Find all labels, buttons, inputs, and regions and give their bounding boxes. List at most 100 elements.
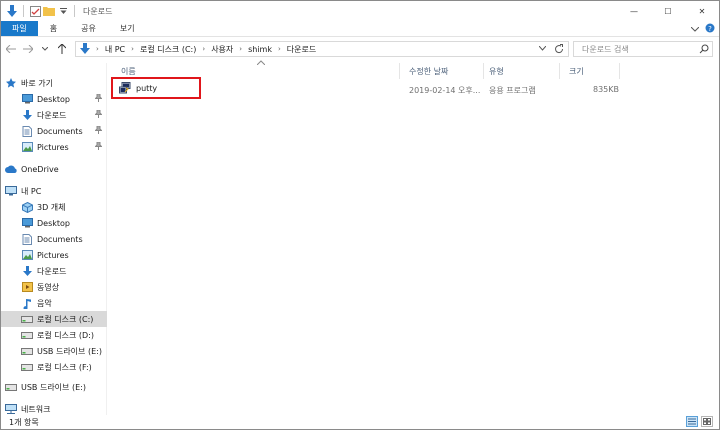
star-icon [5,77,17,89]
tab-file[interactable]: 파일 [1,21,38,36]
sidebar-item-label: 로컬 디스크 (C:) [37,314,94,324]
sidebar-item[interactable]: Pictures [1,139,107,155]
breadcrumb-shimk[interactable]: shimk [248,45,272,54]
breadcrumb-separator[interactable]: › [278,45,281,53]
close-button[interactable]: ✕ [685,1,719,21]
tab-home[interactable]: 홈 [38,21,69,36]
view-toggle [686,416,713,427]
refresh-icon[interactable] [554,44,564,56]
desktop-folder-icon [21,93,33,105]
computer-icon [5,185,17,197]
sidebar-item[interactable]: 로컬 디스크 (C:) [1,311,107,327]
download-arrow-icon [21,265,33,277]
ribbon-right-controls: ? [690,21,715,37]
sidebar-item-label: Pictures [37,250,69,260]
sidebar-item-label: 바로 가기 [21,78,53,88]
putty-app-icon [119,82,131,94]
drive-icon [5,381,17,393]
download-arrow-icon [80,42,90,56]
sidebar-item-label: Pictures [37,142,69,152]
sidebar-item[interactable]: USB 드라이브 (E:) [1,343,107,359]
sidebar-item[interactable]: USB 드라이브 (E:) [1,379,107,395]
cloud-icon [5,163,17,175]
ribbon-tabs: 파일 홈 공유 보기 ? [1,21,719,37]
sidebar-item[interactable]: 음악 [1,295,107,311]
maximize-button[interactable]: ☐ [651,1,685,21]
recent-locations-icon[interactable] [38,42,52,56]
pin-icon[interactable] [94,93,103,104]
sidebar-item[interactable]: 내 PC [1,183,107,199]
column-header-type[interactable]: 유형 [489,63,504,79]
sidebar-item[interactable]: Desktop [1,215,107,231]
sidebar-item[interactable]: 로컬 디스크 (D:) [1,327,107,343]
sidebar-item[interactable]: 로컬 디스크 (F:) [1,359,107,375]
column-divider[interactable] [483,63,484,79]
chevron-down-icon[interactable] [690,25,700,34]
sidebar-item[interactable]: 동영상 [1,279,107,295]
breadcrumb-local-disk-c[interactable]: 로컬 디스크 (C:) [140,44,196,55]
breadcrumb-separator[interactable]: › [202,45,205,53]
column-header-date-modified[interactable]: 수정한 날짜 [409,63,448,79]
sidebar-item-label: 로컬 디스크 (F:) [37,362,92,372]
breadcrumb-downloads[interactable]: 다운로드 [287,44,316,55]
column-divider[interactable] [559,63,560,79]
sidebar-item[interactable]: Pictures [1,247,107,263]
highlight-box[interactable]: putty [111,77,201,99]
3d-objects-icon [21,201,33,213]
forward-arrow-icon[interactable] [21,42,35,56]
back-arrow-icon[interactable] [4,42,18,56]
sidebar-item-label: 내 PC [21,186,42,196]
sidebar-item[interactable]: Documents [1,123,107,139]
desktop-folder-icon [21,217,33,229]
column-divider[interactable] [619,63,620,79]
sidebar-item-label: 로컬 디스크 (D:) [37,330,94,340]
properties-icon[interactable] [28,4,42,18]
address-bar[interactable]: › 내 PC › 로컬 디스크 (C:) › 사용자 › shimk › 다운로… [75,41,569,57]
search-icon[interactable] [699,44,715,56]
up-arrow-icon[interactable] [55,42,69,56]
pictures-folder-icon [21,249,33,261]
sidebar-item[interactable]: 바로 가기 [1,75,107,91]
status-bar: 1개 항목 [1,415,719,429]
minimize-button[interactable]: — [617,1,651,21]
pin-icon[interactable] [94,109,103,120]
details-view-icon[interactable] [686,416,698,427]
search-input[interactable]: 다운로드 검색 [573,41,713,57]
sidebar-item-label: 다운로드 [37,266,67,276]
drive-icon [21,313,33,325]
sidebar-item-label: 3D 개체 [37,202,66,212]
tab-view[interactable]: 보기 [108,21,147,36]
sidebar-item[interactable]: 다운로드 [1,263,107,279]
tab-share[interactable]: 공유 [69,21,108,36]
pin-icon[interactable] [94,125,103,136]
sort-ascending-icon [256,59,266,67]
download-arrow-icon [21,109,33,121]
sidebar-item-label: 네트워크 [21,404,51,414]
new-folder-icon[interactable] [42,4,56,18]
divider [74,5,75,17]
window-title: 다운로드 [83,6,113,16]
sidebar-item[interactable]: OneDrive [1,161,107,177]
window-controls: — ☐ ✕ [617,1,719,21]
sidebar-item[interactable]: 3D 개체 [1,199,107,215]
sidebar-item[interactable]: Desktop [1,91,107,107]
customize-toolbar-icon[interactable] [56,4,70,18]
breadcrumb-this-pc[interactable]: 내 PC [105,44,125,55]
help-icon[interactable]: ? [705,23,715,35]
large-icons-view-icon[interactable] [701,416,713,427]
pictures-folder-icon [21,141,33,153]
sidebar-item-label: OneDrive [21,164,59,174]
column-divider[interactable] [399,63,400,79]
file-explorer-window: 다운로드 — ☐ ✕ 파일 홈 공유 보기 ? › 내 PC › 로컬 디스크 … [0,0,720,430]
column-header-size[interactable]: 크기 [569,63,584,79]
breadcrumb-separator[interactable]: › [239,45,242,53]
file-type: 응용 프로그램 [489,86,536,95]
sidebar-item[interactable]: 다운로드 [1,107,107,123]
pin-icon[interactable] [94,141,103,152]
breadcrumb-separator[interactable]: › [131,45,134,53]
breadcrumb-users[interactable]: 사용자 [211,44,233,55]
sidebar-item-label: 음악 [37,298,52,308]
sidebar-item[interactable]: Documents [1,231,107,247]
address-dropdown-icon[interactable] [538,44,547,53]
breadcrumb-separator: › [96,45,99,53]
